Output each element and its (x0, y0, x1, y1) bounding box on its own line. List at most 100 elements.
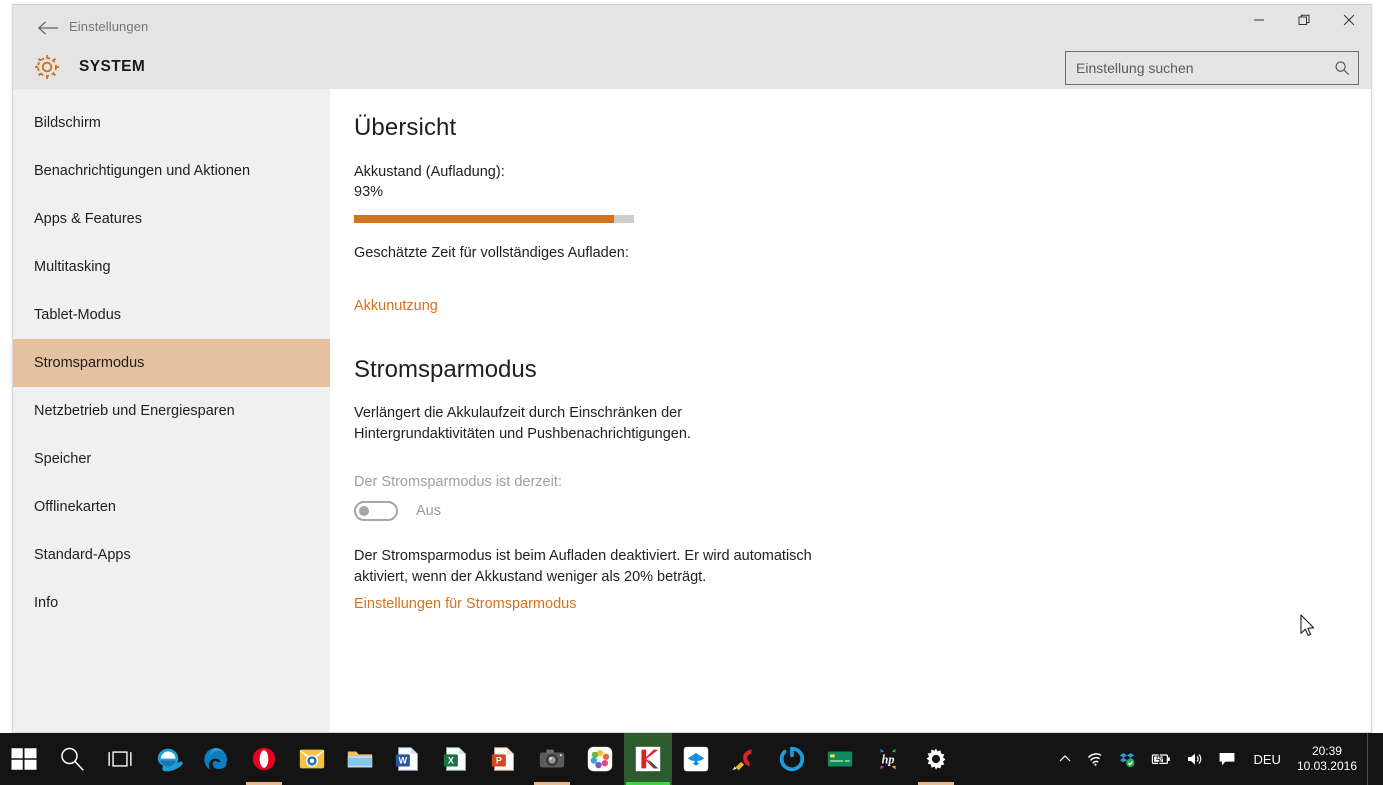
dropbox-button[interactable] (672, 733, 720, 785)
restore-button[interactable] (1281, 5, 1326, 35)
sidebar-item-offlinekarten[interactable]: Offlinekarten (13, 483, 330, 531)
svg-text:W: W (399, 756, 408, 766)
hp-icon: hp (880, 748, 896, 770)
banking-app-button[interactable] (816, 733, 864, 785)
battery-level-label: Akkustand (Aufladung): (354, 164, 505, 180)
task-view-button[interactable] (96, 733, 144, 785)
back-button[interactable] (27, 13, 69, 43)
battery-button[interactable] (1143, 733, 1179, 785)
search-box[interactable] (1065, 51, 1359, 85)
sidebar-item-standard-apps[interactable]: Standard-Apps (13, 531, 330, 579)
show-desktop-button[interactable] (1367, 733, 1375, 785)
ccleaner-button[interactable] (720, 733, 768, 785)
skype-button[interactable] (768, 733, 816, 785)
overview-heading: Übersicht (354, 114, 457, 141)
clock[interactable]: 20:39 10.03.2016 (1291, 733, 1367, 785)
outlook-icon (299, 749, 325, 769)
restore-icon (1298, 14, 1309, 25)
minimize-button[interactable] (1236, 5, 1281, 35)
sidebar-item-apps-features[interactable]: Apps & Features (13, 195, 330, 243)
gear-icon (926, 748, 946, 770)
battery-saver-note: Der Stromsparmodus ist beim Aufladen dea… (354, 548, 812, 585)
search-taskbar-button[interactable] (48, 733, 96, 785)
svg-text:P: P (496, 756, 502, 766)
camera-icon (539, 749, 565, 768)
settings-window: Einstellungen SYSTEM Einstellung suchen … (12, 4, 1372, 733)
sidebar-item-label: Multitasking (34, 259, 111, 275)
sidebar-item-info[interactable]: Info (13, 579, 330, 627)
show-hidden-icons-button[interactable] (1051, 733, 1079, 785)
action-center-button[interactable] (1211, 733, 1243, 785)
file-explorer-button[interactable] (336, 733, 384, 785)
battery-saver-toggle[interactable] (354, 501, 398, 521)
battery-saver-toggle-row: Aus (354, 501, 1331, 521)
network-button[interactable] (1079, 733, 1111, 785)
powerpoint-button[interactable]: P (480, 733, 528, 785)
svg-text:hp: hp (882, 753, 895, 767)
back-arrow-icon (37, 21, 58, 35)
battery-progress-fill (354, 215, 615, 223)
sidebar-item-label: Stromsparmodus (34, 355, 145, 371)
close-icon (1343, 14, 1354, 26)
sidebar-item-netzbetrieb[interactable]: Netzbetrieb und Energiesparen (13, 387, 330, 435)
sidebar-item-bildschirm[interactable]: Bildschirm (13, 99, 330, 147)
window-body: Bildschirm Benachrichtigungen und Aktion… (13, 89, 1371, 732)
system-tray: DEU 20:39 10.03.2016 (1051, 733, 1383, 785)
close-button[interactable] (1326, 5, 1371, 35)
taskbar-items: W X P hp (0, 733, 960, 785)
file-explorer-icon (347, 751, 373, 768)
chevron-up-icon (1060, 755, 1071, 762)
powerpoint-icon: P (491, 747, 514, 771)
edge-icon (204, 748, 228, 770)
word-button[interactable]: W (384, 733, 432, 785)
task-view-icon (108, 751, 132, 767)
main-content: Übersicht Akkustand (Aufladung): 93% Ges… (330, 89, 1371, 732)
excel-button[interactable]: X (432, 733, 480, 785)
sidebar-item-stromsparmodus[interactable]: Stromsparmodus (13, 339, 330, 387)
start-button[interactable] (0, 733, 48, 785)
sidebar-item-label: Info (34, 595, 59, 611)
credit-card-icon (827, 751, 853, 767)
internet-explorer-button[interactable] (144, 733, 192, 785)
battery-saver-settings-link[interactable]: Einstellungen für Stromsparmodus (354, 596, 576, 612)
sidebar-item-label: Standard-Apps (34, 547, 131, 563)
sidebar-item-benachrichtigungen[interactable]: Benachrichtigungen und Aktionen (13, 147, 330, 195)
sidebar-nav: Bildschirm Benachrichtigungen und Aktion… (13, 89, 330, 732)
app-title: Einstellungen (69, 19, 149, 34)
search-icon (61, 747, 84, 771)
estimated-charge-time-label: Geschätzte Zeit für vollständiges Auflad… (354, 245, 629, 261)
minimize-icon (1253, 19, 1264, 21)
circle-arrow-icon (779, 746, 805, 772)
kaspersky-button[interactable] (624, 733, 672, 785)
photos-button[interactable] (576, 733, 624, 785)
microsoft-edge-button[interactable] (192, 733, 240, 785)
volume-icon (1188, 753, 1202, 765)
opera-button[interactable] (240, 733, 288, 785)
battery-usage-link[interactable]: Akkunutzung (354, 298, 438, 314)
photos-icon (587, 746, 613, 772)
sidebar-item-speicher[interactable]: Speicher (13, 435, 330, 483)
sidebar-item-multitasking[interactable]: Multitasking (13, 243, 330, 291)
camera-app-button[interactable] (528, 733, 576, 785)
svg-text:X: X (448, 756, 454, 766)
taskbar: W X P hp DEU 20:39 10.03.2016 (0, 733, 1383, 785)
sidebar-item-label: Tablet-Modus (34, 307, 122, 323)
clock-date: 10.03.2016 (1296, 759, 1357, 773)
dropbox-tray-button[interactable] (1111, 733, 1143, 785)
wifi-icon (1088, 753, 1102, 766)
settings-taskbar-button[interactable] (912, 733, 960, 785)
hp-button[interactable]: hp (864, 733, 912, 785)
ccleaner-icon (732, 749, 752, 771)
battery-progress-bar (354, 215, 634, 223)
search-submit-button[interactable] (1326, 52, 1358, 84)
language-indicator[interactable]: DEU (1243, 733, 1290, 785)
search-input[interactable] (1066, 52, 1326, 84)
battery-percent-value: 93% (354, 184, 384, 200)
sidebar-item-tablet-modus[interactable]: Tablet-Modus (13, 291, 330, 339)
window-controls (1236, 5, 1371, 35)
sidebar-item-label: Bildschirm (34, 115, 101, 131)
outlook-button[interactable] (288, 733, 336, 785)
sidebar-item-label: Netzbetrieb und Energiesparen (34, 403, 235, 419)
volume-button[interactable] (1179, 733, 1211, 785)
sidebar-item-label: Speicher (34, 451, 92, 467)
